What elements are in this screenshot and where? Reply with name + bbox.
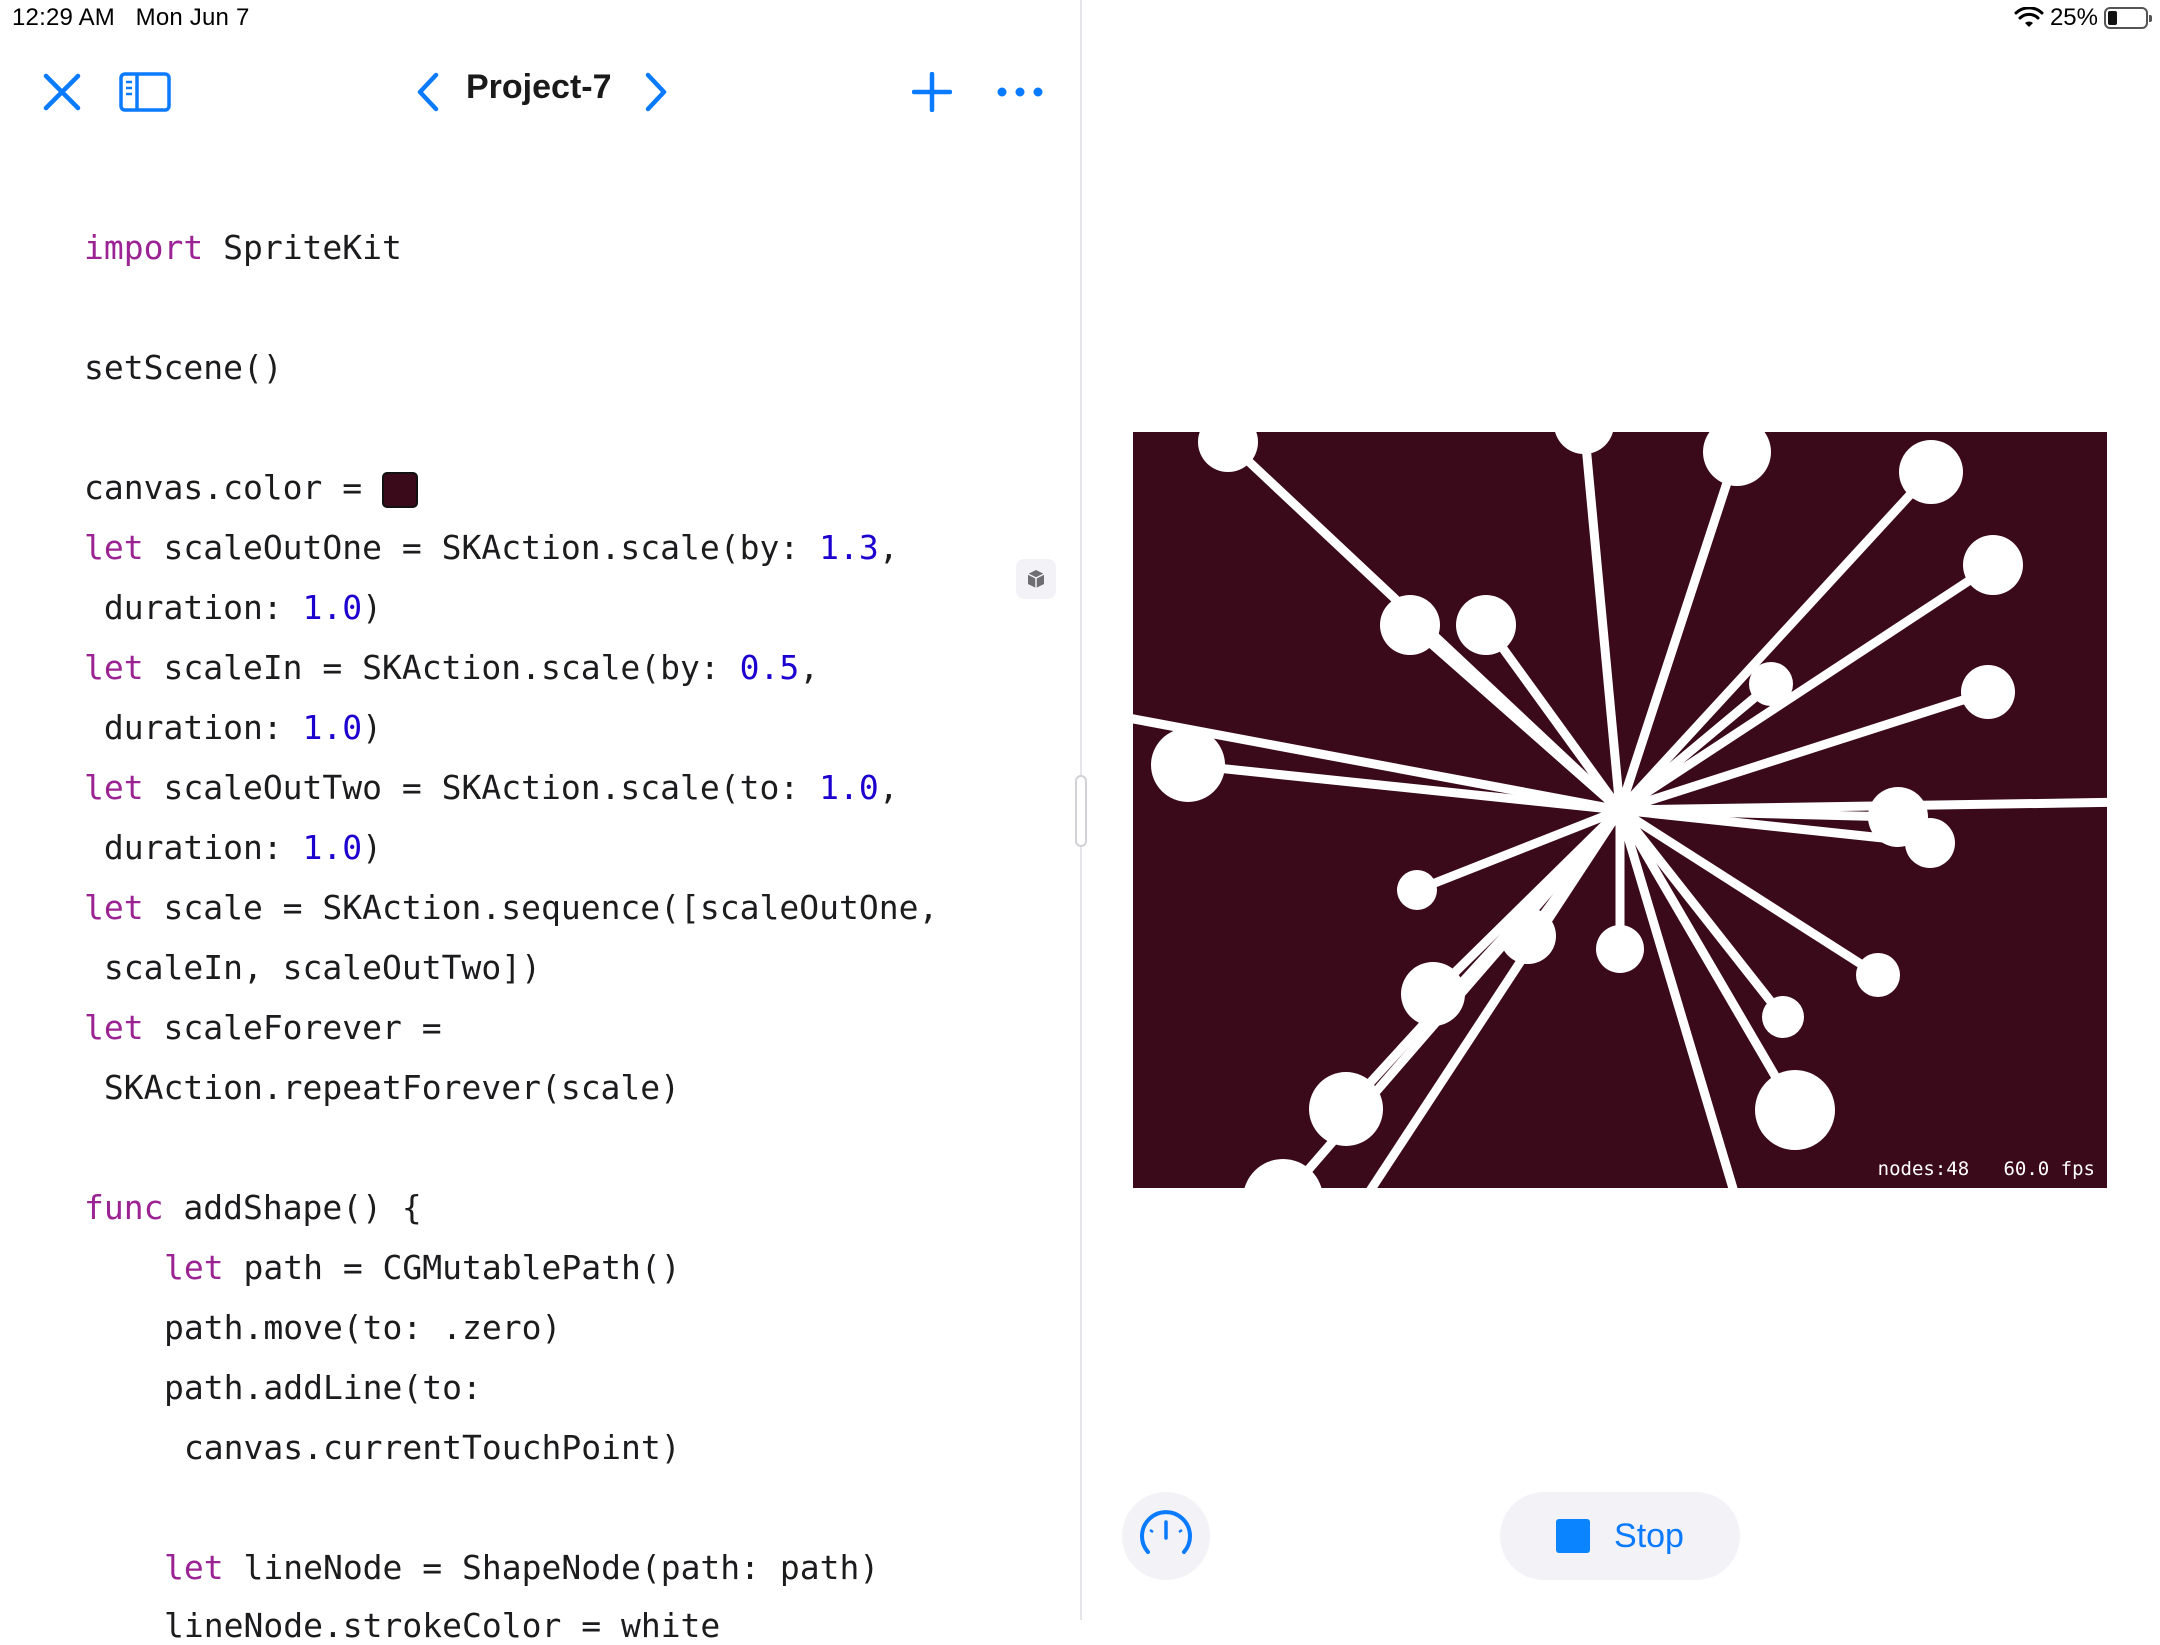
scene-node [1755, 1070, 1835, 1150]
scene-node [1762, 996, 1804, 1038]
previous-button[interactable] [408, 70, 448, 114]
scene-node [1309, 1072, 1383, 1146]
scene-line [1482, 622, 1624, 813]
close-icon [43, 73, 81, 111]
scene-line [1619, 797, 2107, 815]
scene-node [1555, 432, 1613, 454]
scene-stats: nodes:48 60.0 fps [1878, 1158, 2095, 1180]
scene-node [1856, 953, 1900, 997]
code-line: path.addLine(to: [164, 1368, 482, 1407]
code-line: let lineNode = ShapeNode(path: path) [164, 1548, 880, 1587]
code-line: SKAction.repeatForever(scale) [84, 1068, 681, 1107]
scene-node [1596, 925, 1644, 973]
code-line: duration: 1.0) [84, 708, 383, 747]
next-button[interactable] [636, 70, 676, 114]
scene-line [1615, 808, 1738, 1188]
scene-node [1500, 908, 1556, 964]
code-line: setScene() [84, 348, 283, 387]
code-line: let scaleForever = [84, 1008, 442, 1047]
stop-button[interactable]: Stop [1500, 1492, 1740, 1580]
close-button[interactable] [40, 70, 84, 114]
scene-node [1961, 665, 2015, 719]
scene-node [1380, 595, 1440, 655]
gauge-icon [1140, 1510, 1192, 1554]
chevron-left-icon [417, 72, 439, 112]
code-line: func addShape() { [84, 1188, 422, 1227]
code-line: import SpriteKit [84, 228, 402, 267]
more-button[interactable] [994, 70, 1046, 114]
nodes-count: nodes:48 [1877, 1158, 1970, 1180]
status-right: 25% [2014, 4, 2152, 32]
scene-node [1401, 962, 1465, 1026]
scene-node [1703, 432, 1771, 486]
scene-node [1397, 870, 1437, 910]
color-swatch[interactable] [382, 471, 419, 508]
code-line: path.move(to: .zero) [164, 1308, 562, 1347]
code-line: let scaleOutOne = SKAction.scale(by: 1.3… [84, 528, 899, 567]
sidebar-toggle-button[interactable] [118, 70, 172, 114]
split-handle[interactable] [1075, 775, 1087, 847]
code-line: let scaleOutTwo = SKAction.scale(to: 1.0… [84, 768, 899, 807]
add-button[interactable] [910, 70, 954, 114]
battery-percent: 25% [2049, 4, 2098, 31]
stop-icon [1556, 1519, 1591, 1553]
code-line: canvas.currentTouchPoint) [164, 1428, 681, 1467]
scene-node [1899, 440, 1963, 504]
cube-icon [1027, 570, 1045, 588]
sprite-scene [1133, 432, 2107, 1188]
battery-icon [2104, 7, 2152, 29]
code-line: duration: 1.0) [84, 828, 383, 867]
scene-node [1151, 728, 1225, 802]
scene-line [1580, 432, 1625, 811]
stop-label: Stop [1614, 1516, 1684, 1555]
status-time: 12:29 AM [12, 4, 116, 31]
status-time-date: 12:29 AM Mon Jun 7 [12, 4, 250, 32]
live-view-canvas[interactable]: nodes:48 60.0 fps [1133, 432, 2107, 1188]
scene-node [1963, 535, 2023, 595]
sidebar-icon [119, 72, 171, 112]
plus-icon [912, 72, 952, 112]
chevron-right-icon [645, 72, 667, 112]
code-line: let path = CGMutablePath() [164, 1248, 681, 1287]
document-title[interactable]: Project-7 [466, 68, 612, 107]
scene-node [1905, 818, 1955, 868]
code-line: scaleIn, scaleOutTwo]) [84, 948, 541, 987]
wifi-icon [2014, 7, 2044, 27]
scene-node [1749, 662, 1793, 706]
code-line: lineNode.strokeColor = white [164, 1606, 721, 1645]
status-date: Mon Jun 7 [135, 4, 250, 31]
code-line: canvas.color = [84, 468, 419, 508]
more-icon [997, 87, 1043, 97]
fps-readout: 60.0 fps [2003, 1158, 2095, 1180]
code-line: duration: 1.0) [84, 588, 383, 627]
scene-line [1407, 621, 1623, 814]
module-badge[interactable] [1016, 559, 1056, 599]
scene-node [1456, 595, 1516, 655]
scene-line [1616, 807, 1787, 1020]
code-line: let scale = SKAction.sequence([scaleOutO… [84, 888, 939, 927]
code-line: let scaleIn = SKAction.scale(by: 0.5, [84, 648, 820, 687]
performance-button[interactable] [1122, 1492, 1210, 1580]
scene-line [1616, 807, 1799, 1113]
